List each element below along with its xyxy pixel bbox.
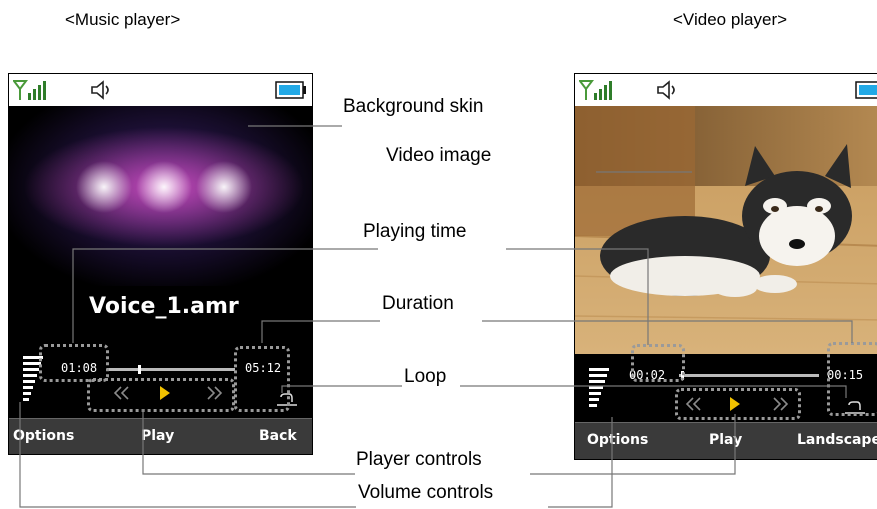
loop-label: Loop <box>404 366 447 387</box>
callout-lines <box>19 125 853 508</box>
playing-time-label: Playing time <box>363 221 467 242</box>
duration-label: Duration <box>382 293 454 314</box>
volume-controls-label: Volume controls <box>358 482 494 503</box>
video-image-label: Video image <box>386 145 492 166</box>
background-skin-label: Background skin <box>343 96 484 117</box>
player-controls-label: Player controls <box>356 449 482 470</box>
